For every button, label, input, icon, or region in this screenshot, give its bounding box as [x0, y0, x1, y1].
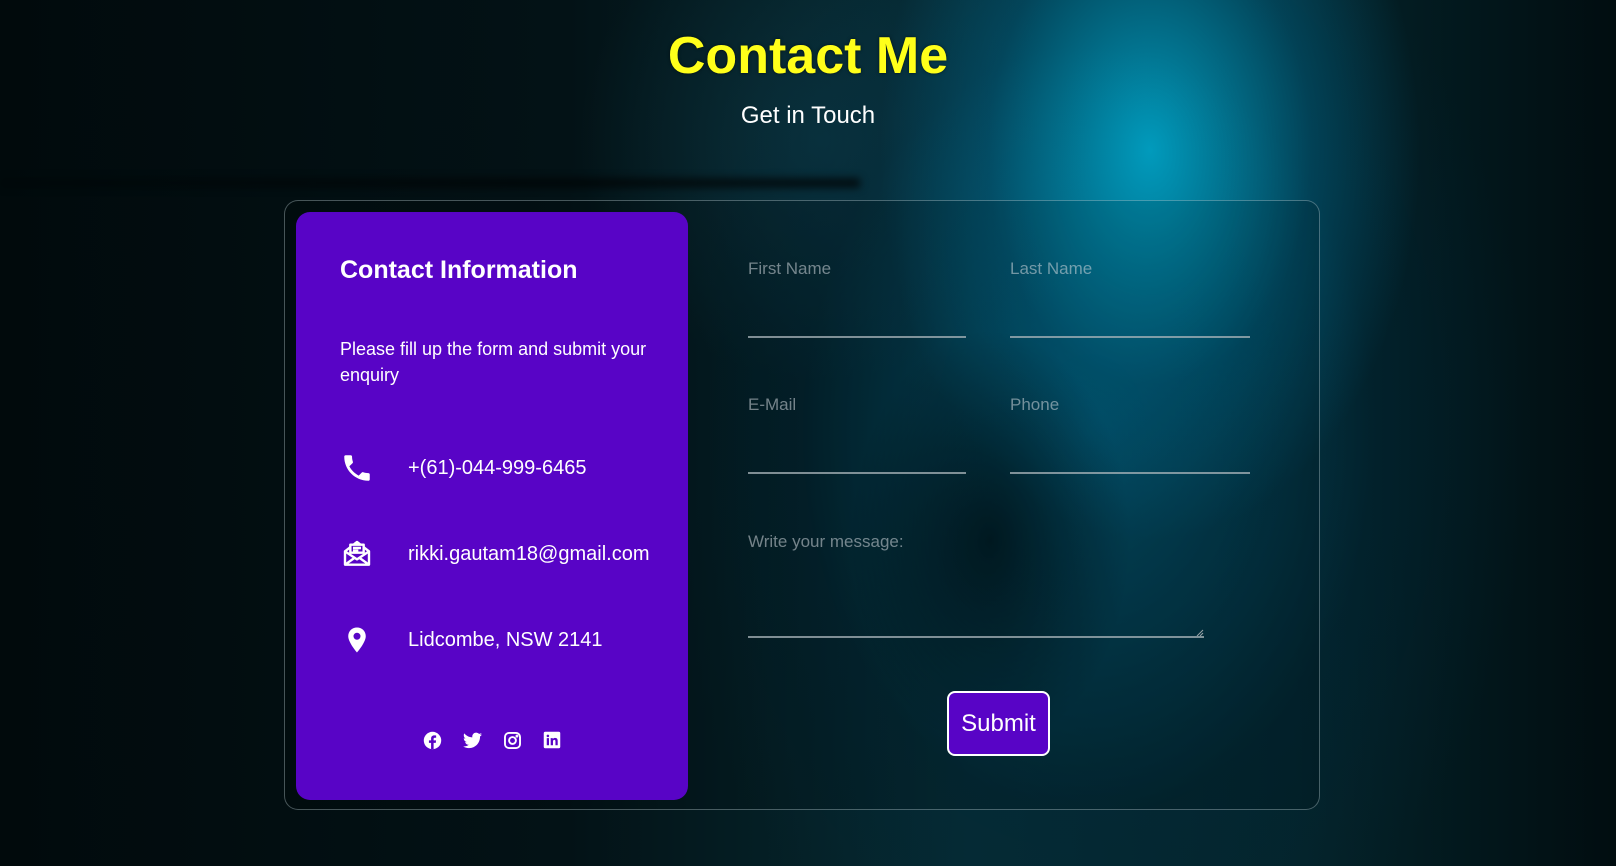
email-row: rikki.gautam18@gmail.com: [340, 536, 680, 572]
resize-grip-icon[interactable]: [1196, 624, 1204, 637]
page-title: Contact Me: [667, 27, 949, 85]
instagram-icon[interactable]: [502, 730, 522, 750]
last-name-underline: [1010, 336, 1250, 338]
email-underline: [748, 472, 966, 474]
phone-label: Phone: [1010, 395, 1060, 414]
first-name-input[interactable]: [748, 300, 966, 332]
message-textarea[interactable]: [748, 560, 1204, 632]
phone-row: +(61)-044-999-6465: [340, 450, 680, 486]
phone-underline: [1010, 472, 1250, 474]
background-curtain-rod: [0, 178, 860, 188]
first-name-label: First Name: [748, 259, 832, 278]
phone-icon: [340, 451, 374, 485]
page-subtitle: Get in Touch: [740, 102, 876, 129]
message-label: Write your message:: [748, 532, 904, 551]
email-text: rikki.gautam18@gmail.com: [408, 542, 650, 565]
mail-open-icon: [340, 537, 374, 571]
facebook-icon[interactable]: [422, 730, 442, 750]
map-pin-icon: [340, 623, 374, 657]
linkedin-icon[interactable]: [542, 730, 562, 750]
last-name-input[interactable]: [1010, 300, 1250, 332]
first-name-underline: [748, 336, 966, 338]
contact-info-title: Contact Information: [340, 256, 578, 284]
phone-input[interactable]: [1010, 436, 1250, 468]
message-underline: [748, 636, 1204, 638]
location-text: Lidcombe, NSW 2141: [408, 628, 603, 651]
contact-info-description: Please fill up the form and submit your …: [340, 339, 647, 385]
phone-text: +(61)-044-999-6465: [408, 456, 587, 479]
email-label: E-Mail: [748, 395, 797, 414]
email-input[interactable]: [748, 436, 966, 468]
location-row: Lidcombe, NSW 2141: [340, 622, 680, 658]
contact-info-card: Contact Information Please fill up the f…: [296, 212, 688, 800]
submit-button[interactable]: Submit: [947, 691, 1050, 756]
last-name-label: Last Name: [1010, 259, 1093, 278]
social-links: [296, 730, 688, 750]
twitter-icon[interactable]: [462, 730, 482, 750]
